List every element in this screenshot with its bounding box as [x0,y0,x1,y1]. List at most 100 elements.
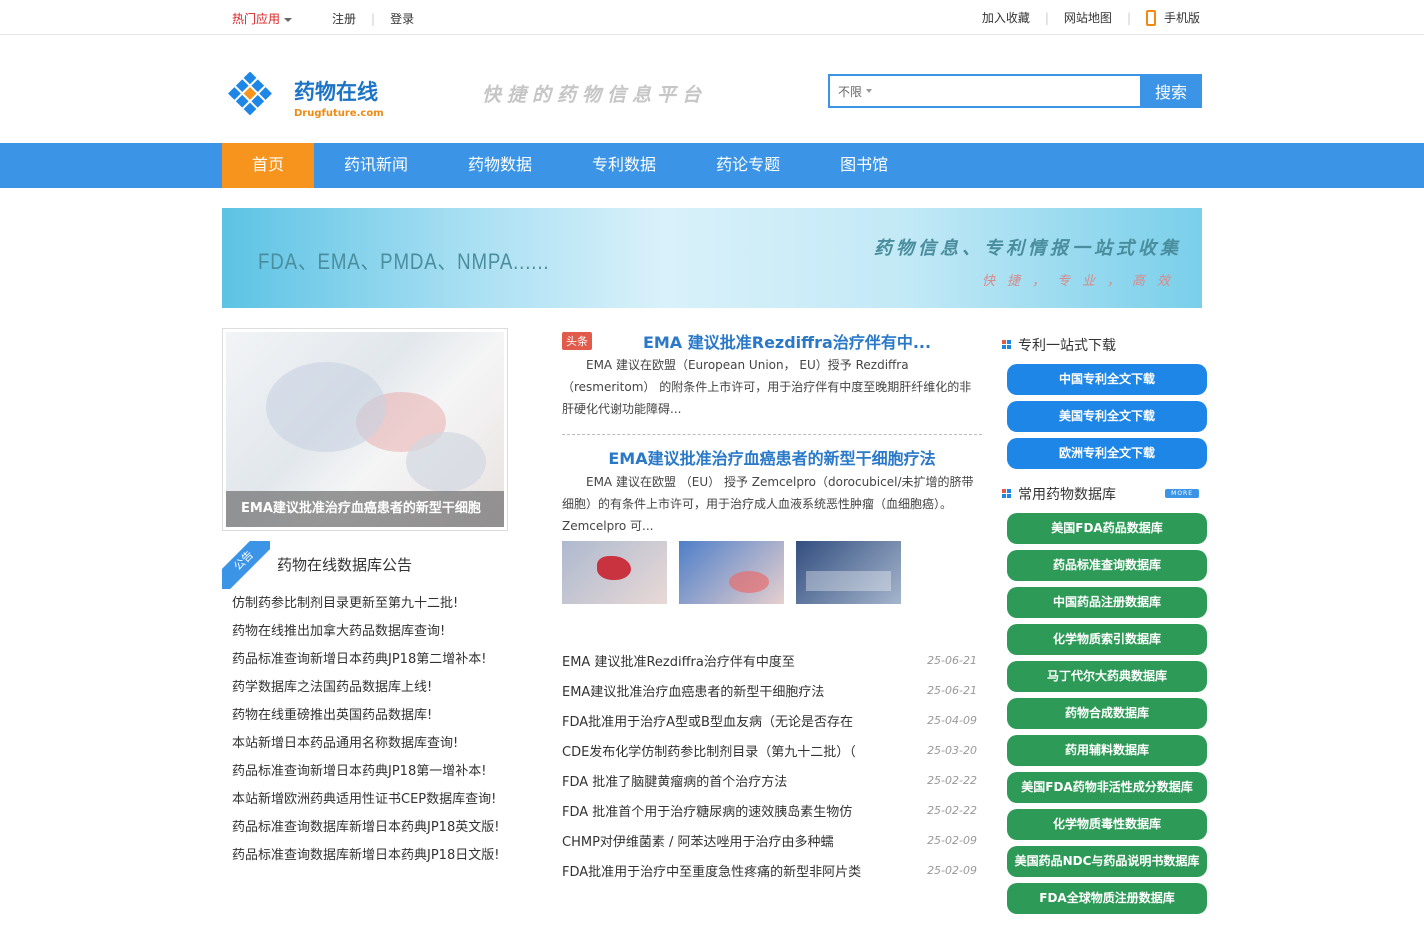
news-list: EMA 建议批准Rezdiffra治疗伴有中度至 25-06-21 EMA建议批准… [562,645,982,885]
notice-item[interactable]: 本站新增日本药品通用名称数据库查询! [232,734,499,762]
us-patent-button[interactable]: 美国专利全文下载 [1007,401,1207,432]
nav-patent-data[interactable]: 专利数据 [562,143,686,188]
search-scope-select[interactable]: 不限 [838,83,862,100]
patent-section-title: 专利一站式下载 [1018,338,1116,354]
news-item-date: 25-02-22 [927,803,977,817]
bookmark-link[interactable]: 加入收藏 [982,9,1030,26]
feature-slide[interactable]: EMA建议批准治疗血癌患者的新型干细胞 [222,328,508,531]
top-bar: 热门应用 注册 | 登录 加入收藏 | 网站地图 | 手机版 [0,0,1424,35]
headline-title[interactable]: EMA 建议批准Rezdiffra治疗伴有中... [592,329,982,353]
search-box: 不限 [828,74,1140,108]
register-link[interactable]: 注册 [332,10,356,27]
db-button-excipients[interactable]: 药用辅料数据库 [1007,735,1207,766]
grid-icon [1002,340,1012,350]
second-news-desc: EMA 建议在欧盟 （EU） 授予 Zemcelpro（dorocubicel/… [562,475,974,533]
grid-icon [1002,489,1012,499]
second-news-title[interactable]: EMA建议批准治疗血癌患者的新型干细胞疗法 [562,445,982,469]
notice-header: 公告 药物在线数据库公告 [222,541,508,589]
phone-icon [1145,9,1156,26]
eu-patent-button[interactable]: 欧洲专利全文下载 [1007,438,1207,469]
banner-right-text: 药物信息、专利情报一站式收集 [874,238,1182,259]
db-button-synthesis[interactable]: 药物合成数据库 [1007,698,1207,729]
news-item-title[interactable]: FDA 批准首个用于治疗糖尿病的速效胰岛素生物仿 [562,801,892,820]
db-button-ndc[interactable]: 美国药品NDC与药品说明书数据库 [1007,846,1207,877]
banner[interactable]: FDA、EMA、PMDA、NMPA...... 药物信息、专利情报一站式收集 快… [222,208,1202,308]
notice-item[interactable]: 药品标准查询新增日本药典JP18第一增补本! [232,762,499,790]
news-item-date: 25-03-20 [927,743,977,757]
db-button-gsrs[interactable]: FDA全球物质注册数据库 [1007,883,1207,914]
news-item-title[interactable]: FDA批准用于治疗中至重度急性疼痛的新型非阿片类 [562,861,892,880]
news-item-date: 25-02-09 [927,863,977,877]
headline-news: 头条 EMA 建议批准Rezdiffra治疗伴有中... EMA 建议在欧盟（E… [562,330,982,537]
nav-news[interactable]: 药讯新闻 [314,143,438,188]
sitemap-link[interactable]: 网站地图 [1064,9,1112,26]
notice-item[interactable]: 药物在线重磅推出英国药品数据库! [232,706,499,734]
db-button-china-registration[interactable]: 中国药品注册数据库 [1007,587,1207,618]
db-button-inactive-ingredients[interactable]: 美国FDA药物非活性成分数据库 [1007,772,1207,803]
news-item-date: 25-06-21 [927,683,977,697]
thumbnail-row [562,541,901,604]
divider: | [371,11,376,26]
list-item[interactable]: CHMP对伊维菌素 / 阿苯达唑用于治疗由多种蠕 25-02-09 [562,825,982,855]
nav-home[interactable]: 首页 [222,143,315,188]
logo-subtitle: Drugfuture.com [294,108,384,119]
thumbnail-liver[interactable] [562,541,667,604]
notice-item[interactable]: 药品标准查询数据库新增日本药典JP18日文版! [232,846,499,874]
list-item[interactable]: FDA批准用于治疗A型或B型血友病（无论是否存在 25-04-09 [562,705,982,735]
ribbon-label: 公告 [222,541,270,589]
thumbnail-sanofi[interactable] [796,541,901,604]
db-button-martindale[interactable]: 马丁代尔大药典数据库 [1007,661,1207,692]
banner-subtext: 快捷，专业，高效 [981,274,1182,289]
notice-item[interactable]: 药品标准查询数据库新增日本药典JP18英文版! [232,818,499,846]
mobile-link[interactable]: 手机版 [1145,9,1200,26]
notice-item[interactable]: 药物在线推出加拿大药品数据库查询! [232,622,499,650]
news-item-title[interactable]: FDA 批准了脑腱黄瘤病的首个治疗方法 [562,771,892,790]
list-item[interactable]: CDE发布化学仿制药参比制剂目录（第九十二批）（ 25-03-20 [562,735,982,765]
search-input[interactable] [878,76,1140,106]
notice-item[interactable]: 本站新增欧洲药典适用性证书CEP数据库查询! [232,790,499,818]
news-item-title[interactable]: CHMP对伊维菌素 / 阿苯达唑用于治疗由多种蠕 [562,831,892,850]
search-bar: 不限 搜索 [828,74,1202,108]
news-item-date: 25-02-22 [927,773,977,787]
list-item[interactable]: FDA 批准了脑腱黄瘤病的首个治疗方法 25-02-22 [562,765,982,795]
notice-item[interactable]: 药品标准查询新增日本药典JP18第二增补本! [232,650,499,678]
logo-text[interactable]: 药物在线 [294,76,378,106]
nav-drug-data[interactable]: 药物数据 [438,143,562,188]
search-button[interactable]: 搜索 [1140,74,1202,108]
more-button[interactable]: MORE [1165,489,1199,498]
news-item-date: 25-06-21 [927,653,977,667]
headline-desc: EMA 建议在欧盟（European Union， EU）授予 Rezdiffr… [562,358,972,416]
db-button-toxicity[interactable]: 化学物质毒性数据库 [1007,809,1207,840]
news-item-title[interactable]: CDE发布化学仿制药参比制剂目录（第九十二批）（ [562,741,892,760]
divider [562,434,982,435]
sidebar: 专利一站式下载 中国专利全文下载 美国专利全文下载 欧洲专利全文下载 常用药物数… [1002,334,1212,920]
news-item-title[interactable]: FDA批准用于治疗A型或B型血友病（无论是否存在 [562,711,892,730]
mobile-label: 手机版 [1163,11,1200,25]
notice-item[interactable]: 仿制药参比制剂目录更新至第九十二批! [232,594,499,622]
notice-title: 药物在线数据库公告 [277,556,413,574]
news-item-title[interactable]: EMA建议批准治疗血癌患者的新型干细胞疗法 [562,681,892,700]
list-item[interactable]: FDA批准用于治疗中至重度急性疼痛的新型非阿片类 25-02-09 [562,855,982,885]
notice-item[interactable]: 药学数据库之法国药品数据库上线! [232,678,499,706]
feature-caption[interactable]: EMA建议批准治疗血癌患者的新型干细胞 [226,491,504,527]
notice-list: 仿制药参比制剂目录更新至第九十二批! 药物在线推出加拿大药品数据库查询! 药品标… [232,594,499,874]
list-item[interactable]: EMA建议批准治疗血癌患者的新型干细胞疗法 25-06-21 [562,675,982,705]
db-section-title: 常用药物数据库 [1018,487,1116,503]
chevron-down-icon [284,17,293,22]
news-item-title[interactable]: EMA 建议批准Rezdiffra治疗伴有中度至 [562,651,892,670]
china-patent-button[interactable]: 中国专利全文下载 [1007,364,1207,395]
db-button-standards[interactable]: 药品标准查询数据库 [1007,550,1207,581]
db-button-fda[interactable]: 美国FDA药品数据库 [1007,513,1207,544]
thumbnail-lab[interactable] [679,541,784,604]
divider: | [1044,10,1049,25]
nav-topics[interactable]: 药论专题 [686,143,810,188]
hot-apps-menu[interactable]: 热门应用 [232,10,293,27]
nav-library[interactable]: 图书馆 [810,143,918,188]
notice-ribbon: 公告 [222,541,270,589]
list-item[interactable]: EMA 建议批准Rezdiffra治疗伴有中度至 25-06-21 [562,645,982,675]
login-link[interactable]: 登录 [390,10,414,27]
db-button-chemical-index[interactable]: 化学物质索引数据库 [1007,624,1207,655]
logo-icon[interactable] [224,72,276,122]
list-item[interactable]: FDA 批准首个用于治疗糖尿病的速效胰岛素生物仿 25-02-22 [562,795,982,825]
db-section-header: 常用药物数据库 MORE [1002,483,1212,505]
